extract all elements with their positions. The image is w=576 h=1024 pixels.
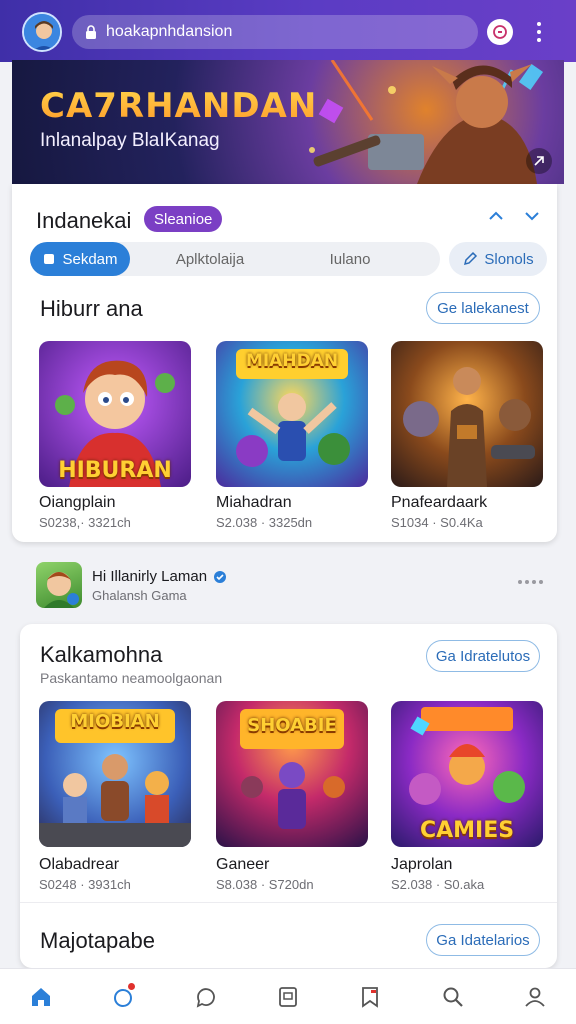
sponsor-subtitle: Ghalansh Gama: [92, 588, 187, 603]
art-label: HIBURAN: [58, 458, 172, 483]
hero-banner[interactable]: CA7RHANDAN Inlanalpay BlaIKanag: [12, 60, 564, 184]
app-tile[interactable]: MIAHDAN: [216, 341, 368, 487]
overflow-menu-icon[interactable]: [528, 18, 550, 46]
pencil-icon: [464, 251, 478, 266]
app-meta: S1034 · S0.4Ka: [391, 515, 483, 530]
chat-icon[interactable]: [186, 977, 226, 1017]
user-avatar[interactable]: [22, 12, 62, 52]
bottom-navigation: [0, 968, 576, 1024]
browser-toolbar: hoakapnhdansion: [0, 0, 576, 62]
row-title: Majotapabe: [40, 928, 155, 953]
banner-subtitle: Inlanalpay BlaIKanag: [40, 130, 220, 151]
url-text: hoakapnhdansion: [106, 23, 233, 40]
art-label: CAMIES: [419, 818, 515, 843]
chevron-down-icon[interactable]: [522, 206, 542, 226]
banner-title: CA7RHANDAN: [40, 86, 318, 126]
more-options-icon[interactable]: [518, 580, 543, 584]
category-tabs: Sekdam Aplktolaija Iulano: [30, 242, 440, 276]
see-all-button[interactable]: Ga Idatelarios: [426, 924, 540, 956]
notification-dot: [128, 982, 136, 990]
app-tile[interactable]: CAMIES: [391, 701, 543, 847]
app-meta: S2.038 · 3325dn: [216, 515, 313, 530]
address-bar[interactable]: hoakapnhdansion: [72, 15, 478, 49]
row-subtitle: Paskantamo neamoolgaonan: [40, 670, 223, 686]
app-tile[interactable]: [391, 341, 543, 487]
app-tile[interactable]: HIBURAN: [39, 341, 191, 487]
tab-iulano[interactable]: Iulano: [290, 242, 410, 276]
tabs-icon[interactable]: [487, 19, 513, 45]
sponsored-app-row[interactable]: Hi Illanirly Laman Ghalansh Gama: [0, 548, 576, 618]
app-meta: S0248 · 3931ch: [39, 877, 131, 892]
see-all-button[interactable]: Ge lalekanest: [426, 292, 540, 324]
section-chip[interactable]: Sleanioe: [144, 206, 223, 232]
sort-label: Slonols: [484, 250, 534, 268]
app-title[interactable]: Ganeer: [216, 856, 269, 874]
tab-label: Sekdam: [62, 250, 118, 268]
profile-icon[interactable]: [515, 977, 555, 1017]
divider: [20, 902, 557, 903]
avatar-image: [24, 14, 60, 50]
section-title: Indanekai: [36, 208, 132, 233]
row-title: Kalkamohna: [40, 642, 163, 667]
tab-sekdam[interactable]: Sekdam: [30, 242, 130, 276]
see-all-button[interactable]: Ga Idratelutos: [426, 640, 540, 672]
sponsor-app-icon: [36, 562, 82, 608]
game-artwork: [403, 367, 535, 487]
app-title[interactable]: Miahadran: [216, 494, 292, 512]
sort-button[interactable]: Slonols: [449, 242, 547, 276]
recommendation-card: Kalkamohna Paskantamo neamoolgaonan Ga I…: [20, 624, 557, 968]
home-icon[interactable]: [21, 977, 61, 1017]
art-label: MIAHDAN: [245, 351, 339, 371]
art-label: SHOABIE: [247, 715, 337, 736]
app-title[interactable]: Olabadrear: [39, 856, 119, 874]
banner-expand-icon[interactable]: [526, 148, 552, 174]
app-title[interactable]: Japrolan: [391, 856, 452, 874]
verified-icon: [214, 570, 227, 583]
chevron-up-icon[interactable]: [486, 206, 506, 226]
app-tile[interactable]: SHOABIE: [216, 701, 368, 847]
tag-icon: [44, 254, 55, 264]
app-tile[interactable]: MIOBIAN: [39, 701, 191, 847]
search-icon[interactable]: [433, 977, 473, 1017]
app-meta: S2.038 · S0.aka: [391, 877, 485, 892]
sponsor-name-row: Hi Illanirly Laman: [92, 568, 227, 585]
library-icon[interactable]: [268, 977, 308, 1017]
discover-icon[interactable]: [103, 977, 143, 1017]
row-title: Hiburr ana: [40, 296, 143, 321]
app-title[interactable]: Oiangplain: [39, 494, 116, 512]
bookmark-icon[interactable]: [350, 977, 390, 1017]
tab-aplktolaija[interactable]: Aplktolaija: [130, 242, 290, 276]
app-meta: S0238,· 3321ch: [39, 515, 131, 530]
app-meta: S8.038 · S720dn: [216, 877, 314, 892]
lock-icon: [86, 25, 96, 39]
featured-card: Indanekai Sleanioe Sekdam Aplktolaija Iu…: [12, 184, 557, 542]
art-label: MIOBIAN: [70, 711, 160, 732]
app-title[interactable]: Pnafeardaark: [391, 494, 487, 512]
sponsor-name: Hi Illanirly Laman: [92, 568, 208, 585]
